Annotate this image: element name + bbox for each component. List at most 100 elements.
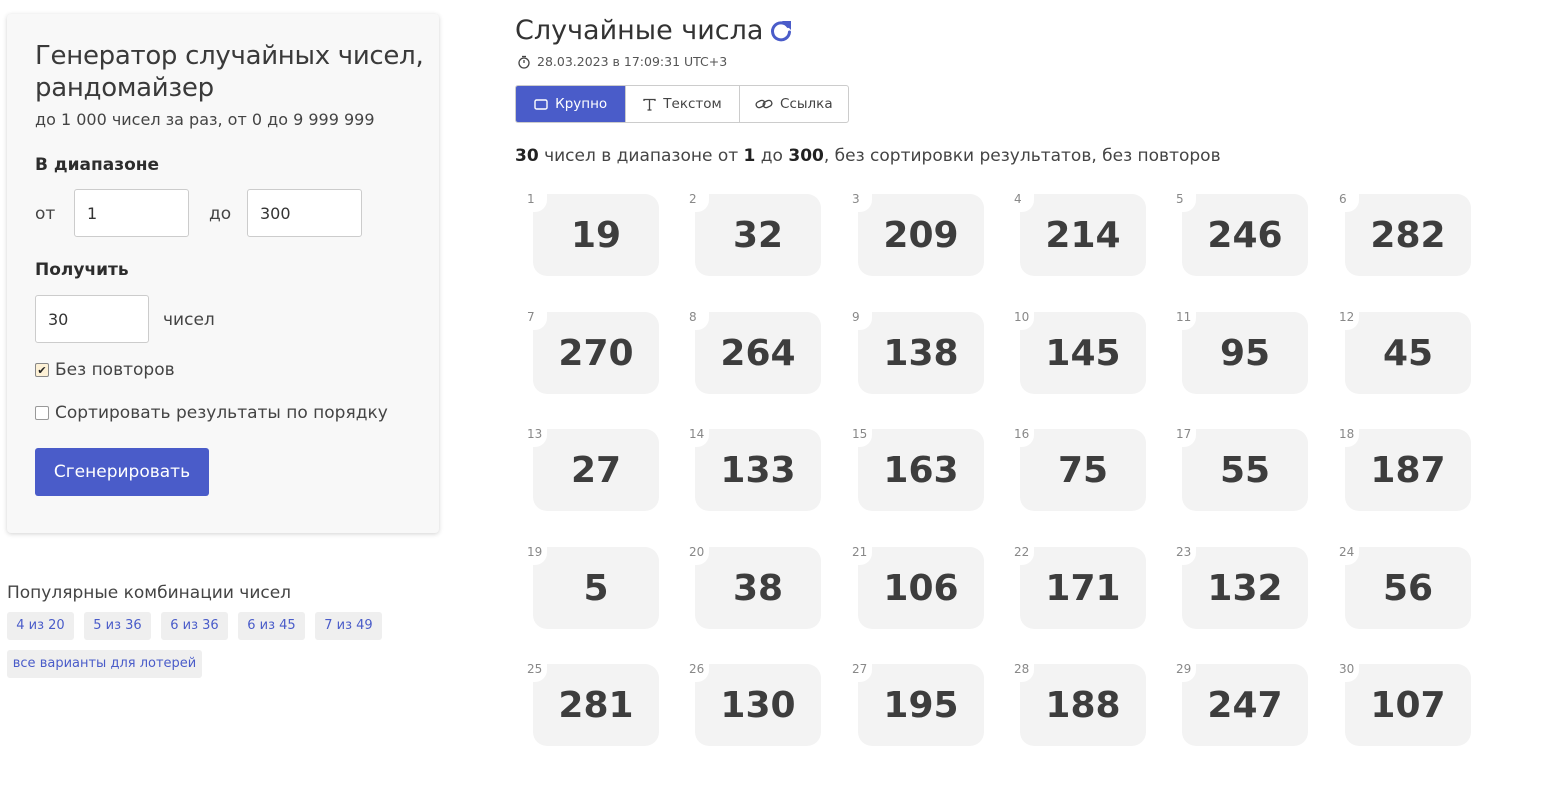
result-number: 38 [695,547,821,629]
result-index: 30 [1339,662,1355,676]
chip-7-of-49[interactable]: 7 из 49 [315,612,382,640]
result-item: 138 9 [850,308,986,398]
result-index: 7 [527,310,535,324]
result-item: 163 15 [850,425,986,515]
result-item: 5 19 [525,543,661,633]
result-number: 45 [1345,312,1471,394]
result-number: 75 [1020,429,1146,511]
result-index: 5 [1176,192,1184,206]
tab-text-label: Текстом [663,96,722,112]
generate-button[interactable]: Сгенерировать [35,448,209,496]
result-number: 214 [1020,194,1146,276]
result-index: 11 [1176,310,1192,324]
result-number: 281 [533,664,659,746]
result-number: 188 [1020,664,1146,746]
result-item: 106 21 [850,543,986,633]
chip-5-of-36[interactable]: 5 из 36 [84,612,151,640]
result-index: 22 [1014,545,1030,559]
stopwatch-icon [518,55,530,69]
result-number: 209 [858,194,984,276]
result-index: 28 [1014,662,1030,676]
result-number: 19 [533,194,659,276]
result-number: 145 [1020,312,1146,394]
result-item: 55 17 [1174,425,1310,515]
result-index: 25 [527,662,543,676]
result-index: 13 [527,427,543,441]
result-index: 19 [527,545,543,559]
result-item: 187 18 [1337,425,1473,515]
no-repeats-checkbox[interactable]: ✔ [35,363,49,377]
result-item: 56 24 [1337,543,1473,633]
results-summary: 30 чисел в диапазоне от 1 до 300, без со… [515,146,1221,166]
sort-checkbox[interactable] [35,406,49,420]
text-icon [643,98,656,111]
to-label: до [209,204,232,224]
result-index: 4 [1014,192,1022,206]
result-number: 187 [1345,429,1471,511]
result-index: 9 [852,310,860,324]
result-index: 8 [689,310,697,324]
chip-all-lotteries[interactable]: все варианты для лотерей [7,650,202,678]
result-number: 195 [858,664,984,746]
result-item: 132 23 [1174,543,1310,633]
result-number: 282 [1345,194,1471,276]
result-item: 27 13 [525,425,661,515]
tab-large-label: Крупно [555,96,608,112]
result-item: 45 12 [1337,308,1473,398]
result-number: 27 [533,429,659,511]
result-index: 17 [1176,427,1192,441]
result-index: 3 [852,192,860,206]
result-item: 145 10 [1012,308,1148,398]
chip-4-of-20[interactable]: 4 из 20 [7,612,74,640]
result-item: 209 3 [850,190,986,280]
result-number: 163 [858,429,984,511]
result-index: 24 [1339,545,1355,559]
panel-subtitle: до 1 000 чисел за раз, от 0 до 9 999 999 [35,110,375,129]
count-input[interactable] [35,295,149,343]
result-item: 171 22 [1012,543,1148,633]
result-number: 55 [1182,429,1308,511]
no-repeats-option[interactable]: ✔ Без повторов [35,360,175,380]
result-item: 270 7 [525,308,661,398]
chip-6-of-36[interactable]: 6 из 36 [161,612,228,640]
range-to-input[interactable] [247,189,362,237]
result-item: 246 5 [1174,190,1310,280]
result-index: 12 [1339,310,1355,324]
count-suffix: чисел [163,310,215,330]
tab-text[interactable]: Текстом [626,86,740,122]
view-tabs: Крупно Текстом Ссылка [515,85,849,123]
result-index: 1 [527,192,535,206]
link-icon [755,99,773,109]
tab-link[interactable]: Ссылка [740,86,848,122]
tab-link-label: Ссылка [780,96,833,112]
refresh-icon[interactable] [768,18,794,44]
results-title: Случайные числа [515,15,764,46]
tab-large[interactable]: Крупно [516,86,627,122]
result-item: 75 16 [1012,425,1148,515]
result-number: 5 [533,547,659,629]
range-label: В диапазоне [35,155,160,175]
result-item: 130 26 [687,660,823,750]
panel-title: Генератор случайных чисел, рандомайзер [35,41,424,103]
result-number: 56 [1345,547,1471,629]
result-number: 138 [858,312,984,394]
result-number: 246 [1182,194,1308,276]
result-number: 264 [695,312,821,394]
result-index: 21 [852,545,868,559]
result-index: 2 [689,192,697,206]
get-label: Получить [35,260,129,280]
result-index: 26 [689,662,705,676]
result-number: 32 [695,194,821,276]
sort-option[interactable]: Сортировать результаты по порядку [35,403,388,423]
result-number: 130 [695,664,821,746]
range-from-input[interactable] [74,189,189,237]
result-index: 18 [1339,427,1355,441]
result-item: 264 8 [687,308,823,398]
chip-6-of-45[interactable]: 6 из 45 [238,612,305,640]
result-number: 95 [1182,312,1308,394]
result-item: 282 6 [1337,190,1473,280]
result-number: 107 [1345,664,1471,746]
sort-label: Сортировать результаты по порядку [55,403,388,423]
result-index: 15 [852,427,868,441]
result-index: 16 [1014,427,1030,441]
